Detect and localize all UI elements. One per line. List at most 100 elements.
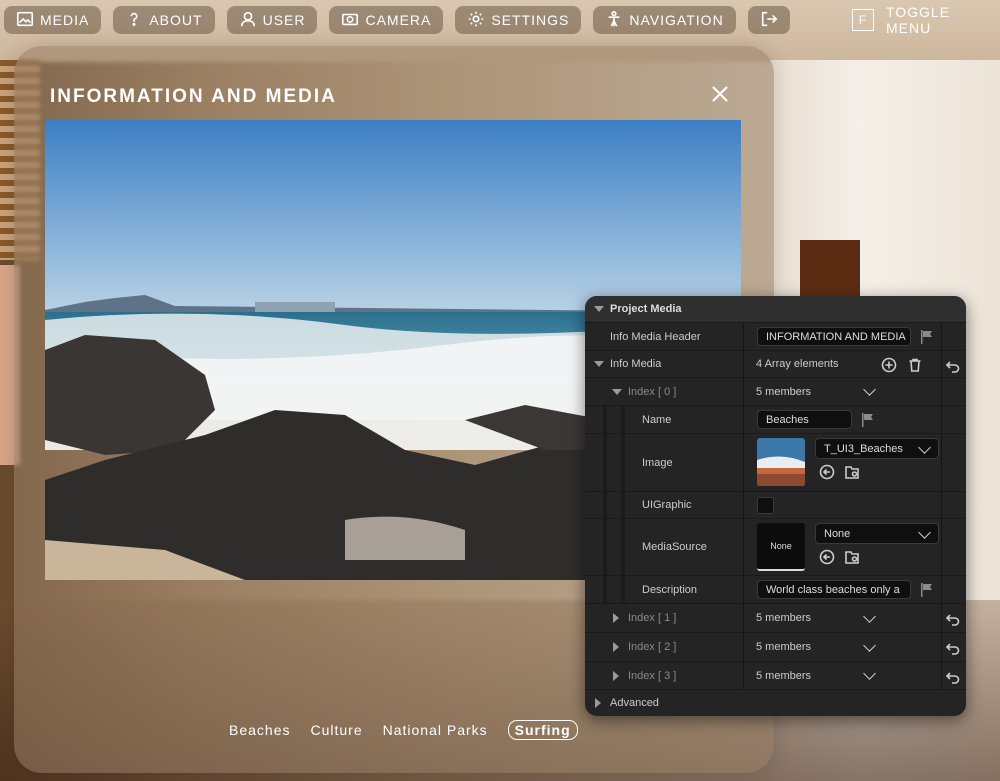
section-title: Project Media bbox=[610, 303, 682, 315]
index-2-members: 5 members bbox=[756, 641, 812, 653]
reset-icon[interactable] bbox=[945, 611, 961, 627]
advanced-label: Advanced bbox=[610, 697, 659, 709]
array-count: 4 Array elements bbox=[756, 358, 839, 370]
image-row: Image T_UI3_Beaches bbox=[585, 434, 966, 492]
index-1-label: Index [ 1 ] bbox=[628, 612, 677, 624]
user-button-label: USER bbox=[262, 12, 306, 28]
media-tabs: Beaches Culture National Parks Surfing bbox=[229, 720, 578, 740]
index-0-row: Index [ 0 ] 5 members bbox=[585, 378, 966, 406]
user-icon bbox=[239, 10, 257, 31]
browse-icon[interactable] bbox=[844, 464, 860, 480]
expand-icon[interactable] bbox=[613, 604, 619, 632]
expand-icon[interactable] bbox=[612, 378, 622, 405]
chevron-down-icon[interactable] bbox=[863, 667, 876, 680]
close-button[interactable] bbox=[708, 82, 732, 106]
index-3-members: 5 members bbox=[756, 669, 812, 682]
description-field[interactable]: World class beaches only a bbox=[757, 580, 911, 599]
uigraphic-row: UIGraphic bbox=[585, 492, 966, 519]
settings-button-label: SETTINGS bbox=[491, 12, 570, 28]
image-icon bbox=[16, 10, 34, 31]
about-button-label: ABOUT bbox=[149, 12, 203, 28]
tab-beaches[interactable]: Beaches bbox=[229, 722, 290, 738]
advanced-row[interactable]: Advanced bbox=[585, 690, 966, 716]
info-media-header-label: Info Media Header bbox=[610, 330, 701, 343]
trash-icon[interactable] bbox=[907, 357, 923, 373]
image-asset-select[interactable]: T_UI3_Beaches bbox=[815, 438, 939, 459]
name-field[interactable]: Beaches bbox=[757, 410, 852, 429]
background-tv bbox=[800, 240, 860, 300]
panel-title: INFORMATION AND MEDIA bbox=[50, 86, 337, 107]
mediasource-row: MediaSource None None bbox=[585, 519, 966, 576]
mediasource-thumbnail[interactable]: None bbox=[757, 523, 805, 571]
settings-button[interactable]: SETTINGS bbox=[455, 6, 582, 34]
add-element-icon[interactable] bbox=[881, 357, 897, 373]
mediasource-label: MediaSource bbox=[642, 541, 707, 553]
flag-icon[interactable] bbox=[861, 413, 875, 427]
index-3-label: Index [ 3 ] bbox=[628, 669, 677, 682]
reset-icon[interactable] bbox=[945, 640, 961, 656]
name-row: Name Beaches bbox=[585, 406, 966, 434]
person-icon bbox=[605, 10, 623, 31]
use-selected-icon[interactable] bbox=[819, 464, 835, 480]
chevron-down-icon[interactable] bbox=[863, 610, 876, 623]
chevron-down-icon[interactable] bbox=[863, 383, 876, 396]
chevron-down-icon bbox=[918, 441, 931, 454]
info-media-header-field[interactable]: INFORMATION AND MEDIA bbox=[757, 327, 911, 346]
name-label: Name bbox=[642, 413, 672, 426]
toggle-menu-label: TOGGLE MENU bbox=[885, 4, 951, 36]
index-3-row: Index [ 3 ] 5 members bbox=[585, 662, 966, 690]
browse-icon[interactable] bbox=[844, 549, 860, 565]
exit-icon bbox=[760, 10, 778, 31]
mediasource-select[interactable]: None bbox=[815, 523, 939, 544]
image-asset-value: T_UI3_Beaches bbox=[824, 442, 903, 455]
chevron-down-icon bbox=[918, 526, 931, 539]
toggle-menu-button[interactable]: F TOGGLE MENU bbox=[852, 4, 1000, 36]
about-button[interactable]: ABOUT bbox=[113, 6, 215, 34]
image-label: Image bbox=[642, 456, 673, 469]
info-media-header-row: Info Media Header INFORMATION AND MEDIA bbox=[585, 323, 966, 351]
image-thumbnail[interactable] bbox=[757, 438, 805, 486]
camera-icon bbox=[341, 10, 359, 31]
collapse-icon bbox=[594, 296, 604, 322]
index-2-label: Index [ 2 ] bbox=[628, 641, 677, 653]
expand-icon[interactable] bbox=[594, 351, 604, 377]
question-icon bbox=[125, 10, 143, 31]
description-label: Description bbox=[642, 583, 698, 596]
uigraphic-checkbox[interactable] bbox=[757, 497, 774, 514]
index-2-row: Index [ 2 ] 5 members bbox=[585, 633, 966, 662]
media-button[interactable]: MEDIA bbox=[4, 6, 102, 34]
gear-icon bbox=[467, 10, 485, 31]
reset-icon[interactable] bbox=[945, 669, 961, 685]
reset-icon[interactable] bbox=[945, 358, 961, 374]
navigation-button[interactable]: NAVIGATION bbox=[593, 6, 736, 34]
exit-button[interactable] bbox=[747, 6, 790, 34]
description-row: Description World class beaches only a bbox=[585, 576, 966, 604]
camera-button[interactable]: CAMERA bbox=[329, 6, 444, 34]
expand-icon bbox=[595, 690, 601, 716]
close-icon bbox=[708, 86, 732, 110]
mediasource-value: None bbox=[824, 527, 851, 540]
top-toolbar: MEDIA ABOUT USER CAMERA SETTINGS NAVIGAT… bbox=[4, 6, 790, 34]
toggle-menu-key: F bbox=[852, 9, 874, 31]
flag-icon[interactable] bbox=[920, 583, 934, 597]
tab-national-parks[interactable]: National Parks bbox=[383, 722, 488, 738]
media-button-label: MEDIA bbox=[40, 12, 90, 28]
expand-icon[interactable] bbox=[613, 633, 619, 661]
index-0-members: 5 members bbox=[756, 385, 812, 398]
tab-culture[interactable]: Culture bbox=[310, 722, 362, 738]
expand-icon[interactable] bbox=[613, 662, 619, 689]
info-media-row: Info Media 4 Array elements bbox=[585, 351, 966, 378]
tab-surfing[interactable]: Surfing bbox=[507, 720, 578, 740]
info-media-label: Info Media bbox=[610, 358, 662, 370]
navigation-button-label: NAVIGATION bbox=[629, 12, 724, 28]
camera-button-label: CAMERA bbox=[365, 12, 432, 28]
index-1-members: 5 members bbox=[756, 612, 812, 624]
flag-icon[interactable] bbox=[920, 330, 934, 344]
index-0-label: Index [ 0 ] bbox=[628, 385, 677, 398]
project-media-editor: Project Media Info Media Header INFORMAT… bbox=[585, 296, 966, 716]
project-media-section-header[interactable]: Project Media bbox=[585, 296, 966, 323]
chevron-down-icon[interactable] bbox=[863, 639, 876, 652]
index-1-row: Index [ 1 ] 5 members bbox=[585, 604, 966, 633]
use-selected-icon[interactable] bbox=[819, 549, 835, 565]
user-button[interactable]: USER bbox=[226, 6, 318, 34]
